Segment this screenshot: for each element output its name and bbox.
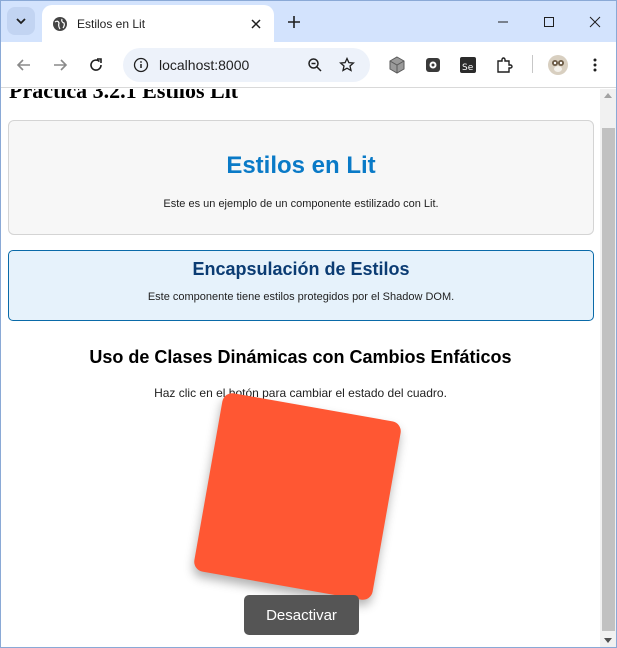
url-text: localhost:8000 xyxy=(159,57,250,73)
dynamic-section-instruction: Haz clic en el botón para cambiar el est… xyxy=(154,386,447,400)
browser-window: Estilos en Lit localhost:8000 Se Practic… xyxy=(0,0,617,648)
forward-button[interactable] xyxy=(48,53,72,77)
scroll-down-arrow-icon[interactable] xyxy=(604,638,612,643)
zoom-icon[interactable] xyxy=(305,55,325,75)
bookmark-star-icon[interactable] xyxy=(337,55,357,75)
dynamic-classes-section: Uso de Clases Dinámicas con Cambios Enfá… xyxy=(1,347,600,400)
tab-estilos-en-lit[interactable]: Estilos en Lit xyxy=(42,5,274,42)
styled-card-text: Este es un ejemplo de un componente esti… xyxy=(163,198,439,210)
toggle-state-button[interactable]: Desactivar xyxy=(244,595,359,635)
browser-toolbar: localhost:8000 Se xyxy=(1,42,616,88)
scrollbar-thumb[interactable] xyxy=(602,128,615,631)
toolbar-divider xyxy=(532,55,533,73)
state-box xyxy=(192,391,403,602)
maximize-button[interactable] xyxy=(526,1,572,42)
tab-search-button[interactable] xyxy=(7,7,35,35)
styled-card-title: Estilos en Lit xyxy=(226,152,376,179)
tab-title: Estilos en Lit xyxy=(77,16,146,31)
encapsulation-card-title: Encapsulación de Estilos xyxy=(192,259,410,279)
reload-icon xyxy=(90,58,102,71)
close-window-button[interactable] xyxy=(572,1,616,42)
page-title: Practica 3.2.1 Estilos Lit xyxy=(9,89,239,103)
styled-component-card: Estilos en Lit Este es un ejemplo de un … xyxy=(8,120,594,235)
address-bar[interactable]: localhost:8000 xyxy=(123,48,370,82)
maximize-icon xyxy=(544,16,554,27)
plus-icon xyxy=(288,16,300,28)
close-icon xyxy=(589,16,601,27)
site-info-icon[interactable] xyxy=(131,55,151,75)
encapsulation-card: Encapsulación de Estilos Este componente… xyxy=(8,250,594,321)
close-tab-icon[interactable] xyxy=(248,16,264,32)
arrow-left-icon xyxy=(16,59,30,71)
arrow-right-icon xyxy=(54,59,68,71)
extension-selenium-icon[interactable]: Se xyxy=(456,53,480,77)
profile-avatar[interactable] xyxy=(546,53,570,77)
dynamic-section-title: Uso de Clases Dinámicas con Cambios Enfá… xyxy=(89,347,512,367)
page-viewport: Practica 3.2.1 Estilos Lit Estilos en Li… xyxy=(1,89,600,647)
chevron-down-icon xyxy=(16,18,26,25)
globe-icon xyxy=(53,16,67,31)
scroll-up-arrow-icon[interactable] xyxy=(604,93,612,98)
more-menu-icon[interactable] xyxy=(583,53,607,77)
encapsulation-card-text: Este componente tiene estilos protegidos… xyxy=(147,291,455,303)
new-tab-button[interactable] xyxy=(283,11,305,33)
minimize-button[interactable] xyxy=(480,1,526,42)
window-controls xyxy=(480,1,616,42)
extension-devtools-icon[interactable] xyxy=(421,53,445,77)
reload-button[interactable] xyxy=(84,53,108,77)
vertical-scrollbar[interactable] xyxy=(600,89,616,647)
tab-strip: Estilos en Lit xyxy=(1,1,616,42)
extension-cube-icon[interactable] xyxy=(385,53,409,77)
extensions-puzzle-icon[interactable] xyxy=(492,53,516,77)
minimize-icon xyxy=(498,21,508,22)
svg-text:Se: Se xyxy=(462,63,474,73)
back-button[interactable] xyxy=(12,53,36,77)
